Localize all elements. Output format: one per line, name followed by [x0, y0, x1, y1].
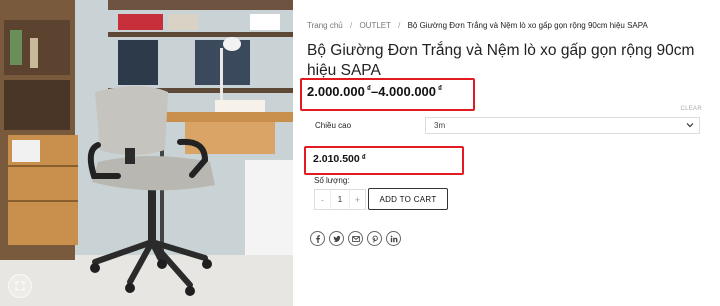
zoom-button[interactable] — [8, 274, 32, 298]
linkedin-icon[interactable] — [386, 231, 401, 246]
product-summary: Trang chủ / OUTLET / Bộ Giường Đơn Trắng… — [307, 0, 712, 306]
price-min: 2.000.000 — [307, 84, 365, 99]
variation-price-value: 2.010.500 — [313, 153, 360, 165]
facebook-icon[interactable] — [310, 231, 325, 246]
variation-price: 2.010.500 ₫ — [313, 153, 366, 165]
twitter-icon[interactable] — [329, 231, 344, 246]
clear-variation-link[interactable]: CLEAR — [680, 106, 702, 112]
email-icon[interactable] — [348, 231, 363, 246]
currency-symbol: ₫ — [361, 153, 366, 162]
product-image[interactable] — [0, 0, 293, 306]
pinterest-icon[interactable] — [367, 231, 382, 246]
chevron-down-icon — [686, 123, 694, 128]
quantity-minus-button[interactable]: - — [315, 195, 330, 205]
office-chair-photo — [0, 0, 293, 306]
breadcrumb-separator: / — [349, 21, 353, 30]
height-select[interactable]: 3m — [425, 117, 700, 134]
price-range: 2.000.000 ₫–4.000.000 ₫ — [307, 84, 442, 99]
breadcrumb-separator: / — [398, 21, 401, 30]
currency-symbol: ₫ — [438, 84, 443, 93]
quantity-input[interactable]: 1 — [330, 190, 350, 209]
price-max: 4.000.000 — [378, 84, 437, 99]
product-title: Bộ Giường Đơn Trắng và Nệm lò xo gấp gọn… — [307, 42, 695, 79]
variation-label: Chiều cao — [315, 121, 352, 130]
share-icons — [310, 231, 401, 246]
zoom-icon — [15, 281, 25, 291]
breadcrumb-outlet[interactable]: OUTLET — [359, 21, 390, 30]
add-to-cart-button[interactable]: ADD TO CART — [368, 188, 448, 210]
quantity-label: Số lượng: — [314, 176, 350, 185]
breadcrumb-current: Bộ Giường Đơn Trắng và Nệm lò xo gấp gọn… — [407, 21, 648, 30]
quantity-stepper: - 1 + — [314, 189, 366, 210]
breadcrumb: Trang chủ / OUTLET / Bộ Giường Đơn Trắng… — [307, 21, 648, 30]
breadcrumb-home[interactable]: Trang chủ — [307, 21, 343, 30]
height-select-value: 3m — [434, 121, 446, 130]
quantity-plus-button[interactable]: + — [350, 195, 365, 205]
